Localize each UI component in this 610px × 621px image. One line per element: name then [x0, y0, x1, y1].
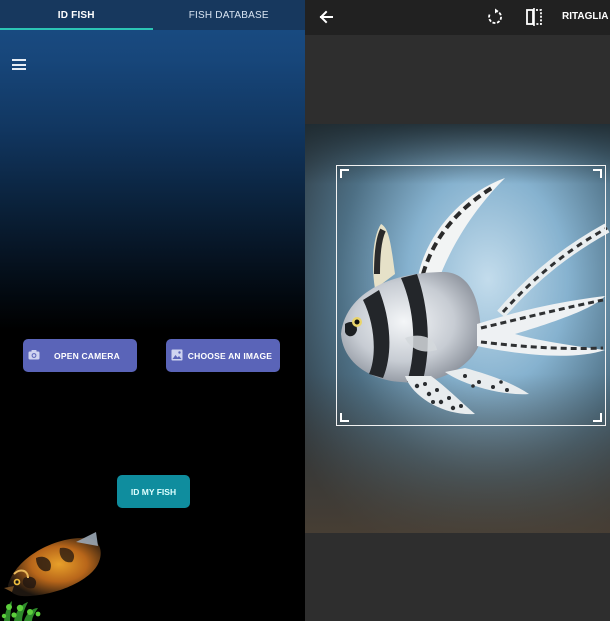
arrow-left-icon[interactable]: [316, 7, 336, 27]
crop-toolbar: RITAGLIA: [305, 0, 610, 35]
crop-handle-top-right[interactable]: [593, 169, 602, 178]
hamburger-menu-icon[interactable]: [12, 59, 26, 70]
crop-handle-top-left[interactable]: [340, 169, 349, 178]
id-my-fish-button[interactable]: ID MY FISH: [117, 475, 190, 508]
fish-id-screen: ID FISH FISH DATABASE OPEN CAMERA CHOOSE…: [0, 0, 305, 621]
crop-button[interactable]: RITAGLIA: [562, 11, 608, 22]
open-camera-button[interactable]: OPEN CAMERA: [23, 339, 137, 372]
tab-id-fish[interactable]: ID FISH: [0, 0, 153, 30]
camera-icon: [28, 350, 40, 360]
oscar-fish-illustration: [1, 532, 101, 621]
rotate-icon[interactable]: [485, 7, 505, 27]
crop-handle-bottom-right[interactable]: [593, 413, 602, 422]
choose-image-label: CHOOSE AN IMAGE: [187, 350, 273, 361]
tab-fish-database[interactable]: FISH DATABASE: [153, 0, 306, 30]
flip-icon[interactable]: [524, 7, 544, 27]
tab-bar: ID FISH FISH DATABASE: [0, 0, 305, 30]
crop-frame[interactable]: [336, 165, 606, 426]
image-icon: [171, 349, 183, 361]
crop-handle-bottom-left[interactable]: [340, 413, 349, 422]
open-camera-label: OPEN CAMERA: [54, 350, 120, 361]
choose-image-button[interactable]: CHOOSE AN IMAGE: [166, 339, 280, 372]
